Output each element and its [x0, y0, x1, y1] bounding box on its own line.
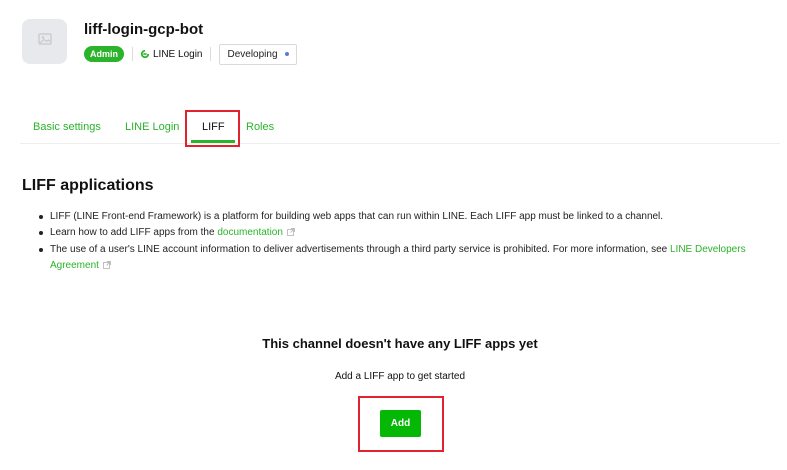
empty-state-title: This channel doesn't have any LIFF apps … [262, 336, 538, 351]
tab-roles[interactable]: Roles [246, 121, 274, 133]
page: liff-login-gcp-bot Admin LINE Login Deve… [0, 0, 787, 470]
bullet-text: LIFF (LINE Front-end Framework) is a pla… [50, 211, 664, 222]
tab-liff[interactable]: LIFF [202, 121, 225, 133]
tab-line-login[interactable]: LINE Login [125, 121, 179, 133]
product-label: LINE Login [141, 49, 202, 60]
channel-name: liff-login-gcp-bot [84, 21, 204, 38]
image-placeholder-icon [37, 32, 52, 51]
active-tab-indicator [191, 140, 235, 143]
divider [132, 47, 133, 61]
documentation-link[interactable]: documentation [217, 227, 283, 238]
tab-bar: Basic settings LINE Login LIFF Roles [20, 113, 780, 144]
channel-meta: Admin LINE Login Developing [84, 43, 297, 65]
external-link-icon [286, 226, 295, 242]
external-link-icon [102, 259, 111, 275]
bullet-text: The use of a user's LINE account informa… [50, 244, 670, 255]
tab-basic-settings[interactable]: Basic settings [33, 121, 101, 133]
info-list: LIFF (LINE Front-end Framework) is a pla… [37, 209, 777, 275]
list-item: LIFF (LINE Front-end Framework) is a pla… [37, 209, 777, 225]
status-text: Developing [227, 48, 278, 60]
add-liff-app-button[interactable]: Add [380, 410, 421, 437]
section-title: LIFF applications [22, 177, 154, 194]
status-chip: Developing [219, 43, 297, 65]
bullet-text: Learn how to add LIFF apps from the [50, 227, 218, 238]
product-name: LINE Login [153, 48, 203, 60]
empty-state-subtitle: Add a LIFF app to get started [334, 371, 466, 382]
line-login-icon [141, 50, 149, 58]
list-item: The use of a user's LINE account informa… [37, 242, 777, 275]
list-item: Learn how to add LIFF apps from the docu… [37, 225, 777, 242]
role-badge: Admin [84, 46, 124, 62]
divider [210, 47, 212, 61]
channel-avatar [22, 19, 67, 64]
status-dot-icon [284, 52, 289, 56]
